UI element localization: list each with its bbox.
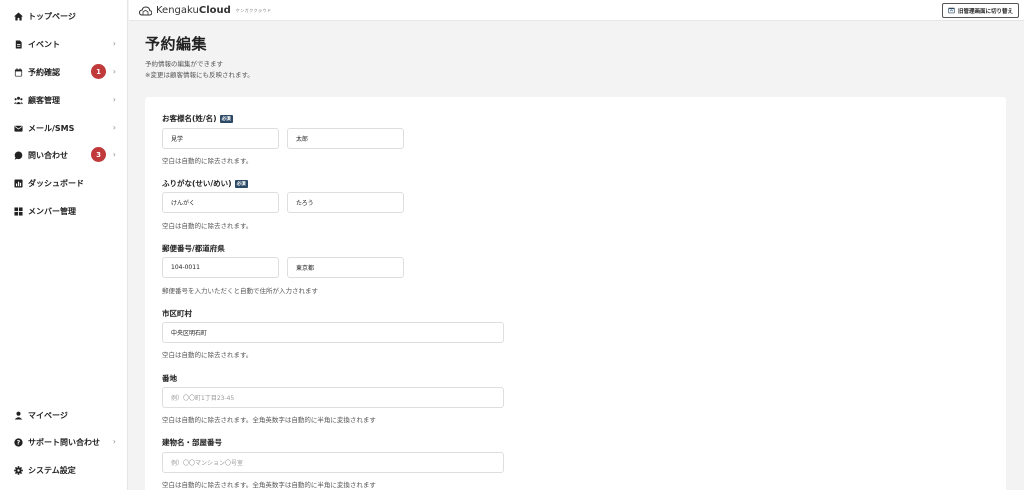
sidebar-item-events[interactable]: イベント › [0, 33, 128, 55]
city-hint: 空白は自動的に除去されます。 [162, 351, 253, 359]
field-label-kana: ふりがな(せい/めい) 必須 [162, 179, 248, 188]
sidebar-item-label: マイページ [28, 410, 68, 420]
street-hint: 空白は自動的に除去されます。全角英数字は自動的に半角に変換されます [162, 416, 376, 424]
required-badge: 必須 [219, 114, 233, 123]
page-title: 予約編集 [145, 35, 208, 53]
sidebar-item-label: イベント [28, 39, 60, 49]
chevron-right-icon: › [112, 437, 116, 446]
sidebar-item-top-page[interactable]: トップページ [0, 5, 128, 27]
building-input[interactable]: 例）〇〇マンション〇号室 [162, 452, 504, 473]
chart-icon [14, 178, 23, 188]
postal-hint: 郵便番号を入力いただくと自動で住所が入力されます [162, 287, 318, 295]
field-label-name: お客様名(姓/名) 必須 [162, 114, 233, 123]
window-icon [948, 7, 955, 14]
switch-legacy-admin-button[interactable]: 旧管理画面に切り替え [941, 3, 1019, 18]
sidebar-item-inquiries[interactable]: 問い合わせ 3 › [0, 144, 128, 166]
sidebar-item-label: サポート問い合わせ [28, 437, 100, 447]
required-badge: 必須 [234, 179, 248, 188]
sidebar-item-members[interactable]: メンバー管理 [0, 200, 128, 222]
help-icon: ? [14, 437, 23, 447]
chat-icon [14, 151, 23, 160]
svg-text:?: ? [17, 439, 21, 446]
notification-badge: 3 [91, 147, 106, 162]
last-name-kana-input[interactable]: けんがく [162, 192, 279, 213]
field-label-street: 番地 [162, 374, 177, 383]
first-name-kana-input[interactable]: たろう [287, 192, 404, 213]
last-name-input[interactable]: 見学 [162, 128, 279, 149]
chevron-right-icon: › [112, 95, 116, 104]
gear-icon [14, 465, 23, 475]
chevron-right-icon: › [112, 123, 116, 132]
sidebar-item-dashboard[interactable]: ダッシュボード [0, 172, 128, 194]
sidebar-item-label: ダッシュボード [28, 178, 84, 188]
users-icon [14, 96, 23, 105]
sidebar-item-label: 顧客管理 [28, 95, 60, 105]
sidebar-item-label: 予約確認 [28, 67, 60, 77]
sidebar: トップページ イベント › 予約確認 1 › 顧客管理 › メール/SMS › … [0, 0, 128, 490]
sidebar-item-customers[interactable]: 顧客管理 › [0, 89, 128, 111]
grid-icon [14, 206, 23, 216]
sidebar-item-label: メール/SMS [28, 123, 75, 133]
building-hint: 空白は自動的に除去されます。全角英数字は自動的に半角に変換されます [162, 481, 376, 489]
person-icon [14, 411, 23, 420]
field-label-postal: 郵便番号/都道府県 [162, 244, 225, 253]
field-label-city: 市区町村 [162, 309, 192, 318]
home-icon [14, 11, 23, 21]
top-header: Kengaku Cloud ケンガククラウド 旧管理画面に切り替え [129, 0, 1024, 21]
street-address-input[interactable]: 例）〇〇町1丁目23-45 [162, 387, 504, 408]
calendar-icon [14, 67, 23, 77]
field-label-building: 建物名・部屋番号 [162, 438, 222, 447]
document-icon [14, 39, 23, 49]
sidebar-item-system-settings[interactable]: システム設定 [0, 459, 128, 481]
sidebar-item-label: トップページ [28, 11, 76, 21]
notification-badge: 1 [91, 64, 106, 79]
name-hint: 空白は自動的に除去されます。 [162, 157, 253, 165]
sidebar-item-my-page[interactable]: マイページ [0, 404, 128, 426]
kana-hint: 空白は自動的に除去されます。 [162, 222, 253, 230]
cloud-icon [139, 5, 152, 16]
page-description: 予約情報の編集ができます [145, 60, 223, 68]
city-input[interactable]: 中央区明石町 [162, 322, 504, 343]
chevron-right-icon: › [112, 150, 116, 159]
sidebar-item-label: システム設定 [28, 465, 76, 475]
first-name-input[interactable]: 太郎 [287, 128, 404, 149]
postal-code-input[interactable]: 104-0011 [162, 257, 279, 278]
page-note: ※変更は顧客情報にも反映されます。 [145, 71, 254, 79]
prefecture-input[interactable]: 東京都 [287, 257, 404, 278]
sidebar-item-support[interactable]: ? サポート問い合わせ › [0, 431, 128, 453]
logo-tagline: ケンガククラウド [235, 7, 272, 13]
sidebar-item-label: メンバー管理 [28, 206, 76, 216]
app-logo[interactable]: Kengaku Cloud ケンガククラウド [139, 4, 272, 17]
sidebar-item-reservations[interactable]: 予約確認 1 › [0, 61, 128, 83]
chevron-right-icon: › [112, 67, 116, 76]
sidebar-item-label: 問い合わせ [28, 150, 68, 160]
chevron-right-icon: › [112, 39, 116, 48]
sidebar-item-mail-sms[interactable]: メール/SMS › [0, 117, 128, 139]
mail-icon [14, 124, 23, 133]
